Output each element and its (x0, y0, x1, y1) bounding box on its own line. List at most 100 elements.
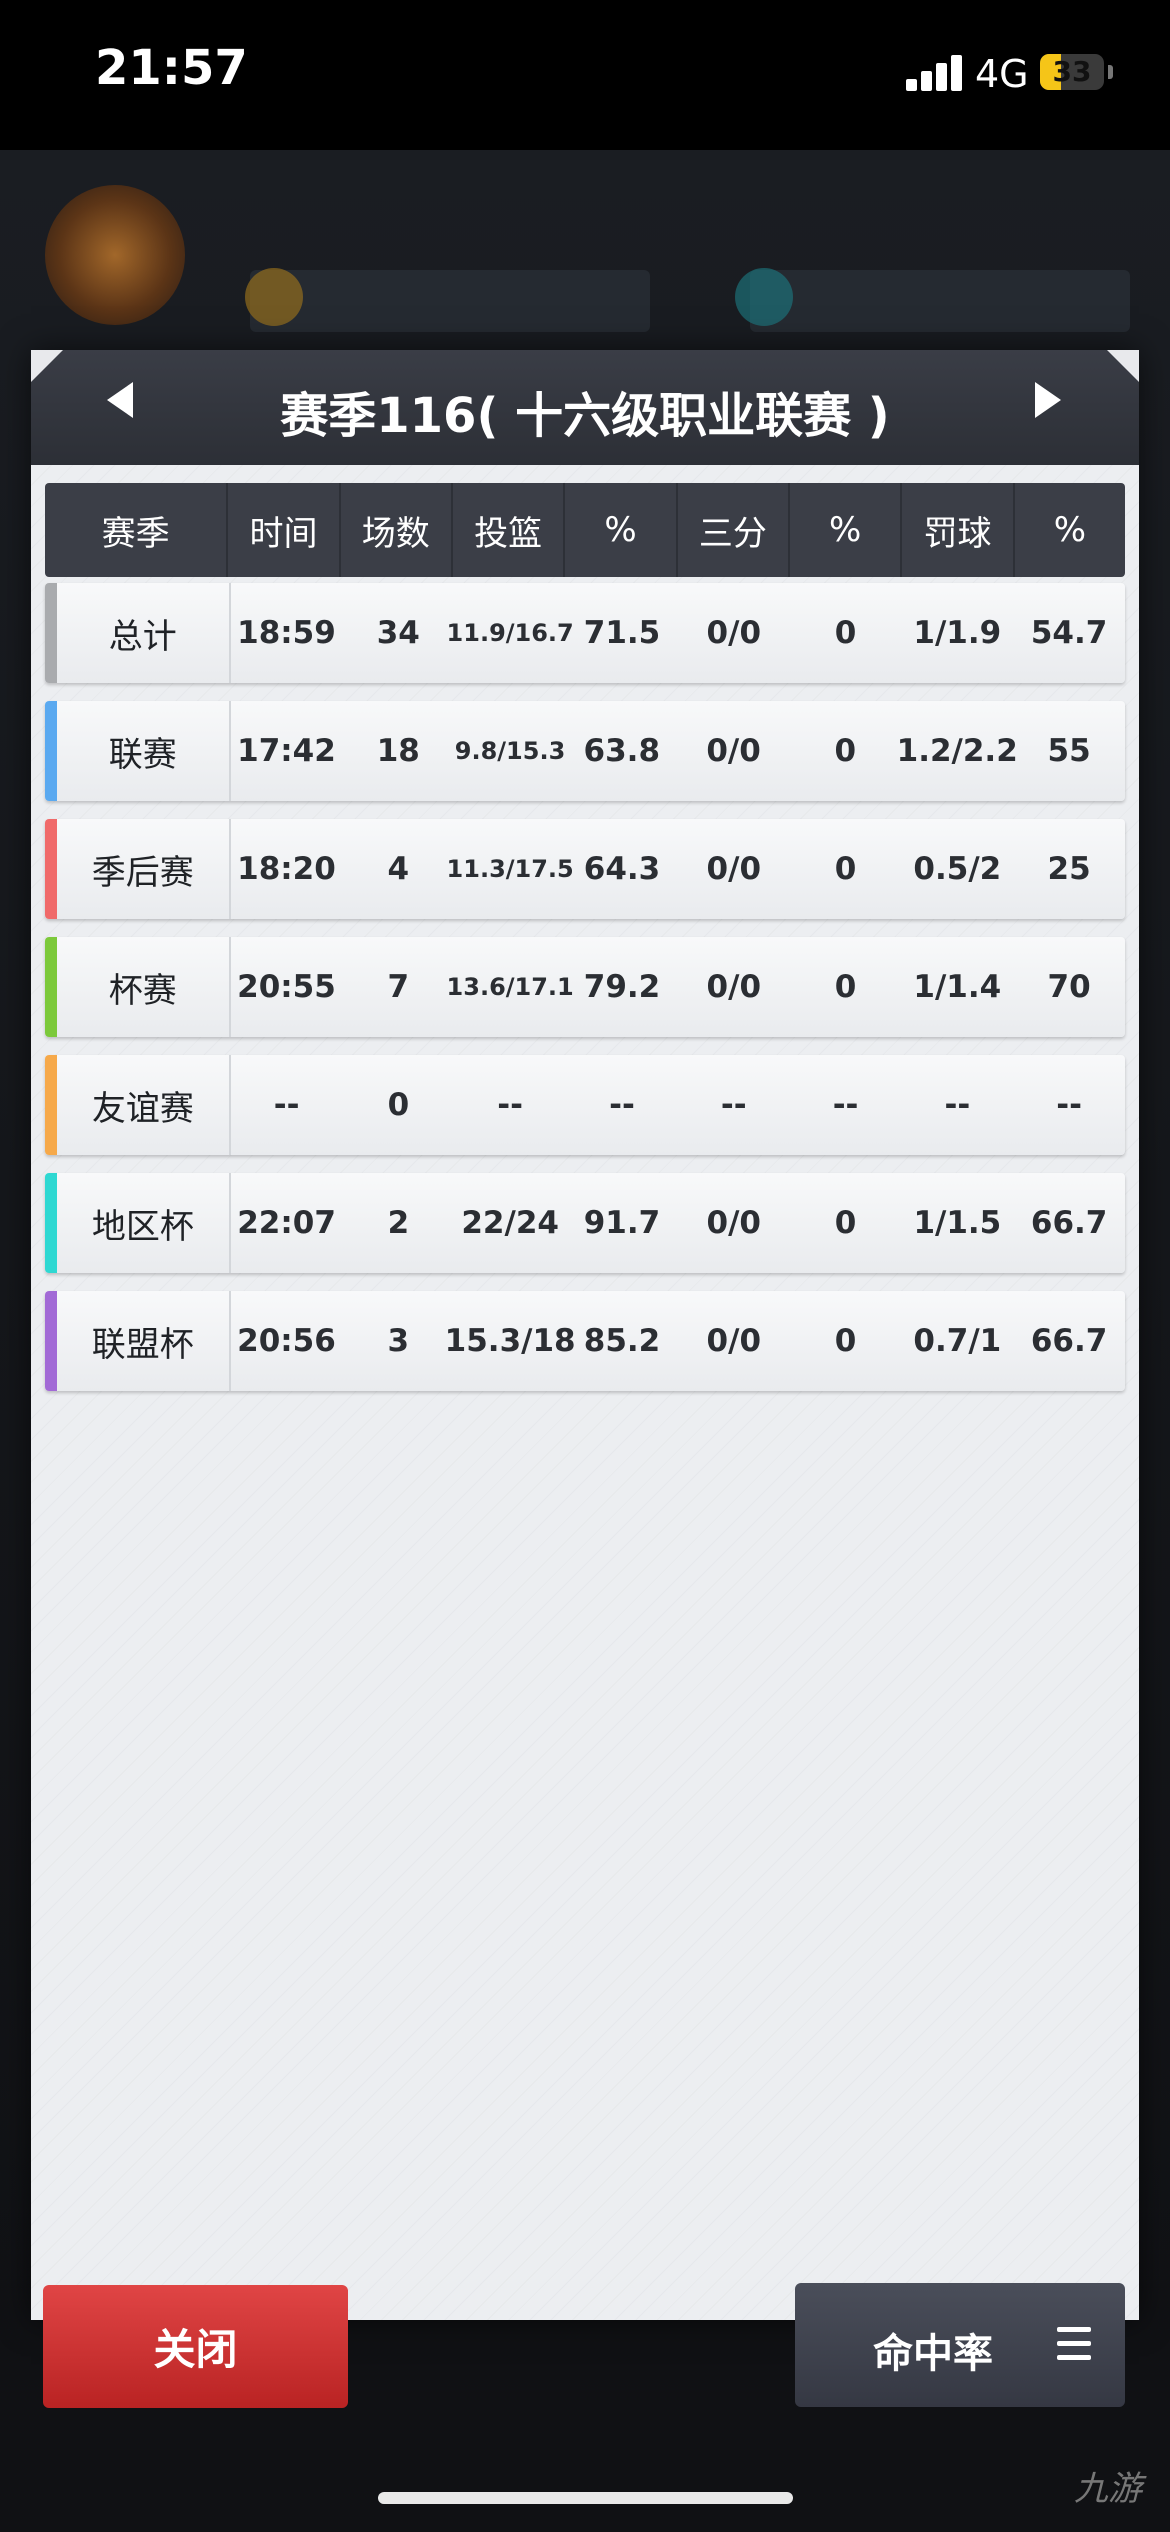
table-cell: 0 (834, 1205, 857, 1241)
table-cell: 7 (387, 969, 410, 1005)
table-cell: 4 (387, 851, 410, 887)
table-cell: 70 (1047, 969, 1091, 1005)
gem-balance (750, 270, 1130, 332)
clock: 21:57 (95, 40, 248, 96)
table-cell: 11.3/17.5 (446, 855, 574, 883)
row-competition-name: 杯赛 (57, 937, 231, 1037)
table-row: 友谊赛 -- 0 -- -- -- -- -- -- (45, 1055, 1125, 1155)
table-cell: -- (832, 1087, 859, 1123)
table-cell: 22:07 (237, 1205, 336, 1241)
table-row: 杯赛 20:55 7 13.6/17.1 79.2 0/0 0 1/1.4 70 (45, 937, 1125, 1037)
table-cell: 0 (834, 615, 857, 651)
row-competition-name: 季后赛 (57, 819, 231, 919)
table-row: 总计 18:59 34 11.9/16.7 71.5 0/0 0 1/1.9 54.7 (45, 583, 1125, 683)
hit-rate-toggle-button[interactable]: 命中率 (795, 2283, 1125, 2407)
table-cell: 91.7 (583, 1205, 661, 1241)
table-cell: 18:59 (237, 615, 336, 651)
table-row: 季后赛 18:20 4 11.3/17.5 64.3 0/0 0 0.5/2 25 (45, 819, 1125, 919)
table-cell: 17:42 (237, 733, 336, 769)
table-cell: 64.3 (583, 851, 661, 887)
home-indicator[interactable] (378, 2492, 793, 2504)
season-stats-dialog: 赛季116( 十六级职业联赛 ) 赛季 时间 场数 投篮% 三分% 罚球% 总计 18:59… (31, 350, 1139, 2408)
table-cell: 0.5/2 (913, 851, 1002, 887)
row-competition-name: 友谊赛 (57, 1055, 231, 1155)
table-row: 联盟杯 20:56 3 15.3/18 85.2 0/0 0 0.7/1 66.7 (45, 1291, 1125, 1391)
table-cell: 3 (387, 1323, 410, 1359)
column-header: 投篮 (453, 483, 566, 577)
table-cell: 9.8/15.3 (454, 737, 566, 765)
table-cell: 0/0 (706, 615, 762, 651)
row-color-stripe (45, 701, 57, 801)
table-cell: 13.6/17.1 (446, 973, 574, 1001)
row-color-stripe (45, 819, 57, 919)
column-header: 罚球 (902, 483, 1015, 577)
dialog-title: 赛季116( 十六级职业联赛 ) (280, 388, 890, 444)
network-type: 4G (975, 52, 1029, 96)
table-cell: 0 (387, 1087, 410, 1123)
row-competition-name: 联赛 (57, 701, 231, 801)
row-color-stripe (45, 1291, 57, 1391)
row-color-stripe (45, 1173, 57, 1273)
coin-icon (245, 268, 303, 326)
table-cell: 1/1.5 (913, 1205, 1002, 1241)
signal-icon (906, 55, 966, 91)
table-cell: 0 (834, 733, 857, 769)
column-header: 场数 (341, 483, 453, 577)
watermark-logo: 九游 (1074, 2469, 1142, 2509)
table-cell: 0/0 (706, 969, 762, 1005)
next-season-arrow-icon[interactable] (1035, 382, 1061, 418)
table-cell: -- (944, 1087, 971, 1123)
column-header: % (790, 483, 903, 577)
table-cell: 22/24 (461, 1205, 559, 1241)
table-cell: 11.9/16.7 (446, 619, 574, 647)
table-cell: -- (1056, 1087, 1083, 1123)
column-header: 三分 (678, 483, 790, 577)
table-cell: 20:56 (237, 1323, 336, 1359)
table-cell: 20:55 (237, 969, 336, 1005)
table-cell: 63.8 (583, 733, 661, 769)
hit-rate-label: 命中率 (873, 2331, 993, 2377)
battery-percent: 33 (1052, 55, 1092, 88)
table-cell: 85.2 (583, 1323, 661, 1359)
battery-icon: 33 (1040, 54, 1104, 90)
dialog-body: 赛季 时间 场数 投篮% 三分% 罚球% 总计 18:59 34 11.9/16.7 71.5 0/… (31, 465, 1139, 2408)
table-cell: 0 (834, 969, 857, 1005)
table-cell: 0/0 (706, 733, 761, 769)
table-row: 地区杯 22:07 2 22/24 91.7 0/0 0 1/1.5 66.7 (45, 1173, 1125, 1273)
table-cell: 66.7 (1030, 1323, 1108, 1359)
table-cell: 71.5 (583, 615, 661, 651)
table-cell: 15.3/18 (444, 1323, 576, 1359)
table-cell: -- (720, 1087, 747, 1123)
row-color-stripe (45, 937, 57, 1037)
table-cell: 54.7 (1030, 615, 1108, 651)
table-cell: 25 (1047, 851, 1091, 887)
column-header: 赛季 (45, 483, 229, 577)
status-bar: 21:57 4G 33 (0, 0, 1170, 150)
table-cell: 1/1.9 (913, 615, 1002, 651)
table-cell: -- (273, 1087, 300, 1123)
stats-table-header: 赛季 时间 场数 投篮% 三分% 罚球% (45, 483, 1125, 577)
team-logo (45, 185, 185, 325)
table-cell: 18 (376, 733, 420, 769)
table-cell: 0/0 (706, 851, 762, 887)
row-color-stripe (45, 1055, 57, 1155)
close-button[interactable]: 关闭 (43, 2285, 348, 2408)
table-cell: 55 (1047, 733, 1091, 769)
table-cell: 34 (376, 615, 420, 651)
row-competition-name: 总计 (57, 583, 231, 683)
table-row: 联赛 17:42 18 9.8/15.3 63.8 0/0 0 1.2/2.2 55 (45, 701, 1125, 801)
table-cell: 1.2/2.2 (896, 733, 1018, 769)
table-cell: 66.7 (1030, 1205, 1108, 1241)
gem-icon (735, 268, 793, 326)
table-cell: 79.2 (583, 969, 661, 1005)
table-cell: 0/0 (706, 1323, 762, 1359)
table-cell: 1/1.4 (913, 969, 1002, 1005)
column-header: 时间 (228, 483, 341, 577)
table-cell: -- (497, 1087, 524, 1123)
table-cell: 18:20 (237, 851, 336, 887)
row-color-stripe (45, 583, 57, 683)
table-cell: 0/0 (706, 1205, 761, 1241)
table-cell: -- (609, 1087, 635, 1123)
row-competition-name: 地区杯 (57, 1173, 231, 1273)
menu-icon (1057, 2327, 1091, 2361)
